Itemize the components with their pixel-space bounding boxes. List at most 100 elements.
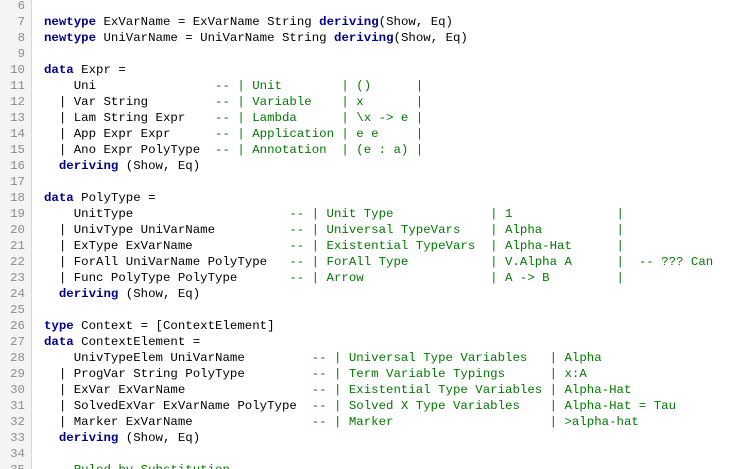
code-line[interactable]: 33 deriving (Show, Eq) xyxy=(0,430,743,446)
code-text[interactable]: | SolvedExVar ExVarName PolyType -- | So… xyxy=(44,398,676,414)
line-number: 23 xyxy=(10,270,25,285)
code-line[interactable]: 28 UnivTypeElem UniVarName -- | Universa… xyxy=(0,350,743,366)
keyword-token: deriving xyxy=(58,430,119,445)
code-text[interactable]: --Ruled by Substitution xyxy=(44,462,230,469)
code-line[interactable]: 15 | Ano Expr PolyType -- | Annotation |… xyxy=(0,142,743,158)
keyword-token: deriving xyxy=(58,158,119,173)
line-number: 24 xyxy=(10,286,25,301)
code-token: | Marker ExVarName xyxy=(44,414,312,429)
code-text[interactable]: Uni -- | Unit | () | xyxy=(44,78,424,94)
code-text[interactable]: | ExVar ExVarName -- | Existential Type … xyxy=(44,382,632,398)
code-text[interactable]: data PolyType = xyxy=(44,190,156,206)
code-line[interactable]: 7 newtype ExVarName = ExVarName String de… xyxy=(0,14,743,30)
comment-token: -- | ForAll Type | V.Alpha A | -- ??? Ca… xyxy=(289,254,714,269)
code-line[interactable]: 10 data Expr = xyxy=(0,62,743,78)
code-line[interactable]: 29 | ProgVar String PolyType -- | Term V… xyxy=(0,366,743,382)
code-text[interactable]: data Expr = xyxy=(44,62,126,78)
code-text[interactable]: UnivTypeElem UniVarName -- | Universal T… xyxy=(44,350,602,366)
code-text[interactable]: | ProgVar String PolyType -- | Term Vari… xyxy=(44,366,587,382)
code-text[interactable]: | App Expr Expr -- | Application | e e | xyxy=(44,126,423,142)
code-line[interactable]: 34 xyxy=(0,446,743,462)
line-number: 31 xyxy=(10,398,25,413)
comment-token: -- | Term Variable Typings | x:A xyxy=(311,366,587,381)
code-token: UnivTypeElem UniVarName xyxy=(44,350,312,365)
code-text[interactable]: | Ano Expr PolyType -- | Annotation | (e… xyxy=(44,142,423,158)
code-line[interactable]: 25 xyxy=(0,302,743,318)
code-line[interactable]: 13 | Lam String Expr -- | Lambda | \x ->… xyxy=(0,110,743,126)
code-line[interactable]: 14 | App Expr Expr -- | Application | e … xyxy=(0,126,743,142)
code-text[interactable]: deriving (Show, Eq) xyxy=(44,430,200,446)
code-line[interactable]: 18 data PolyType = xyxy=(0,190,743,206)
keyword-token: newtype xyxy=(44,30,97,45)
code-text[interactable]: newtype UniVarName = UniVarName String d… xyxy=(44,30,468,46)
code-line[interactable]: 30 | ExVar ExVarName -- | Existential Ty… xyxy=(0,382,743,398)
code-line[interactable]: 31 | SolvedExVar ExVarName PolyType -- |… xyxy=(0,398,743,414)
code-text[interactable]: deriving (Show, Eq) xyxy=(44,158,200,174)
code-text[interactable]: | Lam String Expr -- | Lambda | \x -> e … xyxy=(44,110,423,126)
line-number: 17 xyxy=(10,174,25,189)
comment-token: -- | Annotation | (e : a) | xyxy=(215,142,424,157)
line-number: 19 xyxy=(10,206,25,221)
code-token: (Show, Eq) xyxy=(393,30,468,45)
code-token: (Show, Eq) xyxy=(118,158,201,173)
code-text[interactable]: UnitType -- | Unit Type | 1 | xyxy=(44,206,624,222)
line-number: 20 xyxy=(10,222,25,237)
code-line[interactable]: 16 deriving (Show, Eq) xyxy=(0,158,743,174)
code-text[interactable]: | Marker ExVarName -- | Marker | >alpha-… xyxy=(44,414,639,430)
code-text[interactable]: | Var String -- | Variable | x | xyxy=(44,94,423,110)
keyword-token: type xyxy=(44,318,74,333)
code-line[interactable]: 27 data ContextElement = xyxy=(0,334,743,350)
code-line[interactable]: 9 xyxy=(0,46,743,62)
code-line[interactable]: 11 Uni -- | Unit | () | xyxy=(0,78,743,94)
code-token: | App Expr Expr xyxy=(44,126,216,141)
code-text[interactable]: | UnivType UniVarName -- | Universal Typ… xyxy=(44,222,624,238)
code-line[interactable]: 12 | Var String -- | Variable | x | xyxy=(0,94,743,110)
code-text[interactable]: data ContextElement = xyxy=(44,334,200,350)
code-text[interactable]: | Func PolyType PolyType -- | Arrow | A … xyxy=(44,270,624,286)
line-number: 30 xyxy=(10,382,25,397)
line-number: 34 xyxy=(10,446,25,461)
line-number: 14 xyxy=(10,126,25,141)
comment-token: -- | Marker | >alpha-hat xyxy=(311,414,639,429)
code-token: UniVarName = UniVarName String xyxy=(96,30,335,45)
code-token: | ExVar ExVarName xyxy=(44,382,312,397)
code-line[interactable]: 32 | Marker ExVarName -- | Marker | >alp… xyxy=(0,414,743,430)
code-text[interactable]: | ExType ExVarName -- | Existential Type… xyxy=(44,238,624,254)
code-token: Uni xyxy=(44,78,216,93)
code-text[interactable]: | ForAll UniVarName PolyType -- | ForAll… xyxy=(44,254,713,270)
code-line[interactable]: 22 | ForAll UniVarName PolyType -- | For… xyxy=(0,254,743,270)
code-token: | ForAll UniVarName PolyType xyxy=(44,254,290,269)
line-number: 9 xyxy=(17,46,25,61)
code-editor[interactable]: 6 7 newtype ExVarName = ExVarName String d… xyxy=(0,0,743,469)
code-line[interactable]: 8 newtype UniVarName = UniVarName String … xyxy=(0,30,743,46)
code-line[interactable]: 21 | ExType ExVarName -- | Existential T… xyxy=(0,238,743,254)
code-token: | ExType ExVarName xyxy=(44,238,290,253)
comment-token: -- | Lambda | \x -> e | xyxy=(215,110,424,125)
line-number: 8 xyxy=(17,30,25,45)
code-token: UnitType xyxy=(44,206,290,221)
code-token: | Var String xyxy=(44,94,216,109)
code-line[interactable]: 24 deriving (Show, Eq) xyxy=(0,286,743,302)
comment-token: -- | Variable | x | xyxy=(215,94,424,109)
line-number: 22 xyxy=(10,254,25,269)
code-text[interactable]: newtype ExVarName = ExVarName String der… xyxy=(44,14,453,30)
code-line[interactable]: 20 | UnivType UniVarName -- | Universal … xyxy=(0,222,743,238)
code-line[interactable]: 19 UnitType -- | Unit Type | 1 | xyxy=(0,206,743,222)
code-line[interactable]: 23 | Func PolyType PolyType -- | Arrow |… xyxy=(0,270,743,286)
keyword-token: newtype xyxy=(44,14,97,29)
keyword-token: data xyxy=(44,62,74,77)
code-line[interactable]: 35 --Ruled by Substitution xyxy=(0,462,743,469)
comment-token: -- | Application | e e | xyxy=(215,126,424,141)
code-lines[interactable]: 6 7 newtype ExVarName = ExVarName String d… xyxy=(0,0,743,469)
code-text[interactable]: type Context = [ContextElement] xyxy=(44,318,275,334)
code-line[interactable]: 26 type Context = [ContextElement] xyxy=(0,318,743,334)
code-line[interactable]: 6 xyxy=(0,0,743,14)
keyword-token: data xyxy=(44,334,74,349)
code-text[interactable]: deriving (Show, Eq) xyxy=(44,286,200,302)
line-number: 29 xyxy=(10,366,25,381)
code-token: (Show, Eq) xyxy=(378,14,453,29)
code-line[interactable]: 17 xyxy=(0,174,743,190)
code-token: ExVarName = ExVarName String xyxy=(96,14,320,29)
comment-token: --Ruled by Substitution xyxy=(44,463,230,469)
